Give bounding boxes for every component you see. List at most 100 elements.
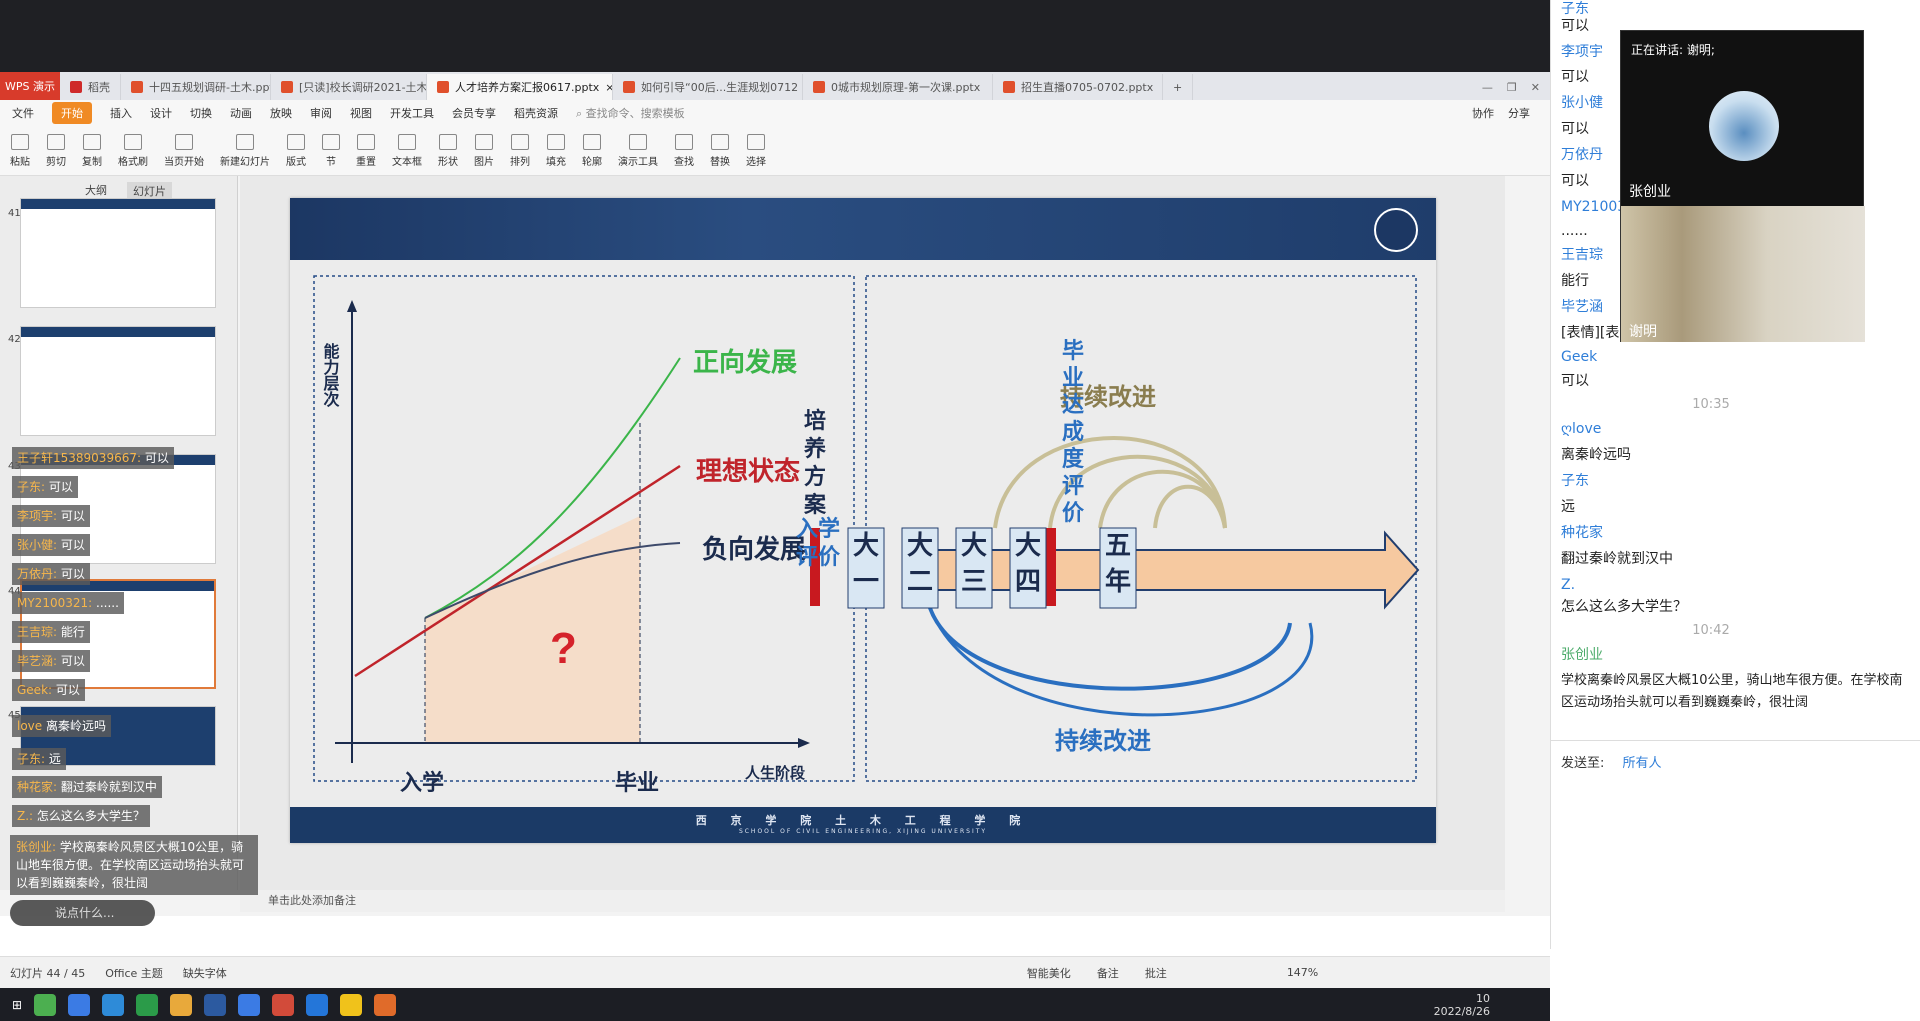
slide-thumb-42[interactable] bbox=[20, 326, 216, 436]
menu-insert[interactable]: 插入 bbox=[110, 105, 132, 121]
ribbon-button[interactable]: 节 bbox=[322, 133, 340, 168]
ribbon-button[interactable]: 演示工具 bbox=[618, 133, 658, 168]
windows-icon[interactable]: ⊞ bbox=[12, 998, 22, 1012]
smart-beautify[interactable]: 智能美化 bbox=[1027, 965, 1071, 981]
notes-field[interactable]: 单击此处添加备注 bbox=[240, 890, 1505, 912]
ribbon-button[interactable]: 形状 bbox=[438, 133, 458, 168]
new-tab-button[interactable]: + bbox=[1163, 74, 1194, 100]
tab-file-4[interactable]: 如何引导“00后...生涯规划0712 bbox=[613, 74, 803, 100]
chat-msg: ...... bbox=[1561, 223, 1588, 239]
current-slide[interactable]: ? 能力层次 入学 毕业 人生阶段 正向发展 理想状态 负向发展 持续改进 持续… bbox=[290, 198, 1436, 843]
ribbon-label: 重置 bbox=[356, 156, 376, 168]
tab-file-5[interactable]: 0城市规划原理-第一次课.pptx bbox=[803, 74, 993, 100]
ribbon-icon bbox=[475, 133, 493, 150]
ribbon-button[interactable]: 轮廓 bbox=[582, 133, 602, 168]
app-icon-5[interactable] bbox=[238, 993, 261, 1016]
chat-name: 张小健 bbox=[1561, 95, 1603, 111]
ribbon-button[interactable]: 填充 bbox=[546, 133, 566, 168]
chat-msg: 远 bbox=[1561, 499, 1575, 515]
menu-start[interactable]: 开始 bbox=[52, 102, 92, 124]
tab-file-active[interactable]: 人才培养方案汇报0617.pptx × bbox=[427, 74, 613, 100]
app-icon-4[interactable] bbox=[136, 993, 159, 1016]
ribbon-label: 格式刷 bbox=[118, 156, 148, 168]
ribbon-button[interactable]: 排列 bbox=[510, 133, 530, 168]
wps-taskbar-icon[interactable] bbox=[374, 993, 397, 1016]
ribbon-button[interactable]: 格式刷 bbox=[118, 133, 148, 168]
ribbon-button[interactable]: 当页开始 bbox=[164, 133, 204, 168]
year-3: 大三 bbox=[960, 531, 987, 597]
ribbon-button[interactable]: 重置 bbox=[356, 133, 376, 168]
app-icon-8[interactable] bbox=[340, 993, 363, 1016]
ribbon-button[interactable]: 文本框 bbox=[392, 133, 422, 168]
year-4: 大四 bbox=[1014, 531, 1041, 597]
send-to-select[interactable]: 所有人 bbox=[1623, 756, 1662, 771]
tab-daoke[interactable]: 稻壳 bbox=[60, 74, 121, 100]
chat-name-presenter: 张创业 bbox=[1561, 647, 1603, 663]
menu-member[interactable]: 会员专享 bbox=[452, 105, 496, 121]
ribbon-icon bbox=[711, 133, 729, 150]
ribbon-button[interactable]: 粘贴 bbox=[10, 133, 30, 168]
menu-dev[interactable]: 开发工具 bbox=[390, 105, 434, 121]
chat-name: 子东 bbox=[1561, 473, 1589, 489]
menu-resources[interactable]: 稻壳资源 bbox=[514, 105, 558, 121]
tab-file-6[interactable]: 招生直播0705-0702.pptx bbox=[993, 74, 1163, 100]
app-icon-2[interactable] bbox=[68, 993, 91, 1016]
send-to-label: 发送至: bbox=[1561, 756, 1605, 771]
ribbon-button[interactable]: 图片 bbox=[474, 133, 494, 168]
word-icon[interactable] bbox=[204, 993, 227, 1016]
theme-name: Office 主题 bbox=[105, 966, 163, 980]
close-icon[interactable]: × bbox=[605, 81, 612, 94]
ribbon-icon bbox=[357, 133, 375, 150]
notes-toggle[interactable]: 备注 bbox=[1097, 965, 1119, 981]
tab-label: 人才培养方案汇报0617.pptx bbox=[455, 81, 600, 94]
ribbon-button[interactable]: 复制 bbox=[82, 133, 102, 168]
gap-area bbox=[425, 516, 640, 743]
chat-msg: 怎么这么多大学生？ bbox=[1561, 599, 1687, 615]
ribbon-button[interactable]: 替换 bbox=[710, 133, 730, 168]
menu-review[interactable]: 审阅 bbox=[310, 105, 332, 121]
app-icon-1[interactable] bbox=[34, 993, 57, 1016]
app-icon-6[interactable] bbox=[272, 993, 295, 1016]
folder-icon[interactable] bbox=[170, 993, 193, 1016]
ribbon-label: 选择 bbox=[746, 156, 766, 168]
ribbon-label: 粘贴 bbox=[10, 156, 30, 168]
ribbon-label: 轮廓 bbox=[582, 156, 602, 168]
panel-tabs: 大纲 幻灯片 bbox=[0, 176, 237, 200]
app-icon-3[interactable] bbox=[102, 993, 125, 1016]
menu-design[interactable]: 设计 bbox=[150, 105, 172, 121]
app-icon-7[interactable] bbox=[306, 993, 329, 1016]
menu-view[interactable]: 视图 bbox=[350, 105, 372, 121]
search-command[interactable]: ⌕ 查找命令、搜索模板 bbox=[576, 105, 685, 121]
comments-toggle[interactable]: 批注 bbox=[1145, 965, 1167, 981]
missing-font[interactable]: 缺失字体 bbox=[183, 965, 227, 981]
menu-slideshow[interactable]: 放映 bbox=[270, 105, 292, 121]
chat-input[interactable] bbox=[1561, 780, 1911, 860]
wps-logo[interactable]: WPS 演示 bbox=[0, 72, 60, 100]
menu-transition[interactable]: 切换 bbox=[190, 105, 212, 121]
ppt-file-icon bbox=[437, 81, 449, 93]
ribbon-icon bbox=[322, 133, 340, 150]
share-button[interactable]: 分享 bbox=[1508, 105, 1530, 121]
chat-msg: 可以 bbox=[1561, 173, 1589, 189]
menu-animation[interactable]: 动画 bbox=[230, 105, 252, 121]
menu-file[interactable]: 文件 bbox=[12, 105, 34, 121]
ribbon-icon bbox=[398, 133, 416, 150]
ppt-file-icon bbox=[281, 81, 293, 93]
collab-button[interactable]: 协作 bbox=[1472, 105, 1494, 121]
minimize-icon[interactable]: — bbox=[1482, 81, 1493, 94]
overlay-msg: 张小健: 可以 bbox=[12, 534, 90, 556]
ribbon-button[interactable]: 新建幻灯片 bbox=[220, 133, 270, 168]
tab-file-2[interactable]: [只读]校长调研2021-土木.pptx bbox=[271, 74, 427, 100]
slide-thumb-41[interactable] bbox=[20, 198, 216, 308]
chat-name: 毕艺涵 bbox=[1561, 299, 1603, 315]
restore-icon[interactable]: ❐ bbox=[1507, 81, 1517, 94]
daoke-icon bbox=[70, 81, 82, 93]
tab-file-1[interactable]: 十四五规划调研-土木.pptx bbox=[121, 74, 271, 100]
close-window-icon[interactable]: ✕ bbox=[1531, 81, 1540, 94]
ribbon-button[interactable]: 版式 bbox=[286, 133, 306, 168]
ribbon-button[interactable]: 查找 bbox=[674, 133, 694, 168]
say-something-input[interactable]: 说点什么... bbox=[10, 900, 155, 926]
ribbon-button[interactable]: 选择 bbox=[746, 133, 766, 168]
ribbon-button[interactable]: 剪切 bbox=[46, 133, 66, 168]
zoom-level[interactable]: 147% bbox=[1287, 966, 1318, 979]
